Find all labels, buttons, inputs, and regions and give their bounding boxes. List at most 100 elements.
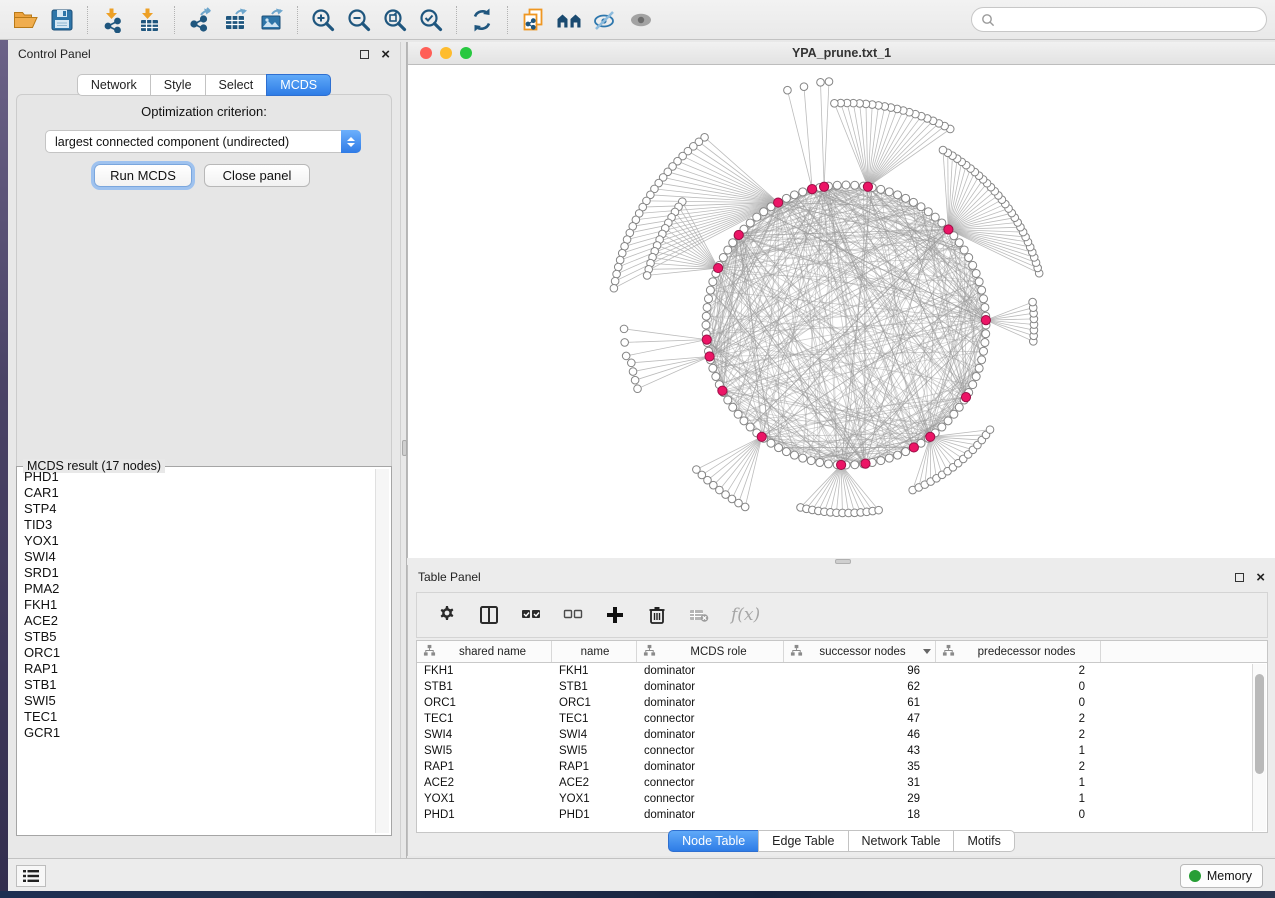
- mcds-result-item[interactable]: ORC1: [19, 645, 375, 661]
- tab-style[interactable]: Style: [150, 74, 205, 96]
- table-row[interactable]: ORC1ORC1dominator610: [417, 695, 1267, 711]
- graph-node-dominator[interactable]: [808, 185, 817, 194]
- close-panel-icon[interactable]: ×: [381, 50, 390, 59]
- mcds-result-list[interactable]: PHD1CAR1STP4TID3YOX1SWI4SRD1PMA2FKH1ACE2…: [19, 469, 375, 833]
- graph-node[interactable]: [746, 423, 754, 431]
- run-mcds-button[interactable]: Run MCDS: [94, 164, 192, 187]
- column-header-successor-nodes[interactable]: successor nodes: [784, 641, 936, 662]
- graph-node-dominator[interactable]: [774, 198, 783, 207]
- graph-node[interactable]: [969, 381, 977, 389]
- graph-node[interactable]: [894, 191, 902, 199]
- graph-node[interactable]: [875, 506, 883, 514]
- graph-node[interactable]: [782, 194, 790, 202]
- graph-node[interactable]: [885, 188, 893, 196]
- show-column-panel-icon[interactable]: [479, 605, 499, 625]
- graph-node-dominator[interactable]: [926, 432, 935, 441]
- graph-node[interactable]: [982, 330, 990, 338]
- graph-node[interactable]: [629, 368, 637, 376]
- graph-node[interactable]: [980, 347, 988, 355]
- graph-node[interactable]: [902, 448, 910, 456]
- graph-node[interactable]: [790, 451, 798, 459]
- close-window-icon[interactable]: [420, 47, 432, 59]
- memory-button[interactable]: Memory: [1180, 864, 1263, 888]
- table-scrollbar-thumb[interactable]: [1255, 674, 1264, 774]
- graph-node[interactable]: [790, 191, 798, 199]
- mcds-result-item[interactable]: TID3: [19, 517, 375, 533]
- column-header-MCDS-role[interactable]: MCDS role: [637, 641, 784, 662]
- graph-node[interactable]: [842, 181, 850, 189]
- mcds-result-item[interactable]: SWI5: [19, 693, 375, 709]
- graph-node-dominator[interactable]: [981, 316, 990, 325]
- graph-node[interactable]: [740, 417, 748, 425]
- graph-node[interactable]: [807, 457, 815, 465]
- graph-node[interactable]: [800, 83, 808, 91]
- graph-node[interactable]: [833, 181, 841, 189]
- graph-node[interactable]: [950, 410, 958, 418]
- vertical-splitter[interactable]: [400, 42, 407, 858]
- column-header-predecessor-nodes[interactable]: predecessor nodes: [936, 641, 1101, 662]
- graph-node[interactable]: [917, 203, 925, 211]
- graph-node-dominator[interactable]: [714, 263, 723, 272]
- graph-node[interactable]: [960, 246, 968, 254]
- close-panel-icon[interactable]: ×: [1256, 573, 1265, 582]
- graph-node-dominator[interactable]: [944, 225, 953, 234]
- graph-node[interactable]: [610, 284, 618, 292]
- graph-node[interactable]: [734, 410, 742, 418]
- graph-node[interactable]: [621, 339, 629, 347]
- graph-node[interactable]: [939, 146, 947, 154]
- tab-node-table[interactable]: Node Table: [668, 830, 758, 852]
- tab-motifs[interactable]: Motifs: [953, 830, 1014, 852]
- float-panel-icon[interactable]: [360, 50, 369, 59]
- table-row[interactable]: STB1STB1dominator620: [417, 679, 1267, 695]
- graph-node[interactable]: [799, 454, 807, 462]
- mcds-result-item[interactable]: RAP1: [19, 661, 375, 677]
- graph-node[interactable]: [831, 100, 839, 108]
- mcds-result-item[interactable]: CAR1: [19, 485, 375, 501]
- delete-column-icon[interactable]: [647, 605, 667, 625]
- tab-network[interactable]: Network: [77, 74, 150, 96]
- graph-node[interactable]: [729, 403, 737, 411]
- graph-node[interactable]: [709, 278, 717, 286]
- graph-node-dominator[interactable]: [757, 432, 766, 441]
- graph-node-dominator[interactable]: [837, 460, 846, 469]
- table-row[interactable]: ACE2ACE2connector311: [417, 775, 1267, 791]
- mcds-result-item[interactable]: STP4: [19, 501, 375, 517]
- table-row[interactable]: RAP1RAP1dominator352: [417, 759, 1267, 775]
- graph-node[interactable]: [614, 263, 622, 271]
- mcds-result-item[interactable]: SWI4: [19, 549, 375, 565]
- graph-node[interactable]: [975, 278, 983, 286]
- graph-node[interactable]: [817, 79, 825, 87]
- graph-node[interactable]: [924, 208, 932, 216]
- graph-node[interactable]: [975, 364, 983, 372]
- mcds-result-item[interactable]: STB1: [19, 677, 375, 693]
- export-image-icon[interactable]: [254, 5, 290, 35]
- import-table-icon[interactable]: [131, 5, 167, 35]
- horizontal-splitter[interactable]: [407, 558, 1275, 565]
- graph-node[interactable]: [902, 194, 910, 202]
- tab-network-table[interactable]: Network Table: [848, 830, 954, 852]
- graph-node[interactable]: [643, 272, 651, 280]
- graph-node[interactable]: [980, 295, 988, 303]
- tab-select[interactable]: Select: [205, 74, 267, 96]
- hide-selected-icon[interactable]: [587, 5, 623, 35]
- graph-node[interactable]: [702, 312, 710, 320]
- graph-node[interactable]: [741, 503, 749, 511]
- graph-node[interactable]: [634, 385, 642, 393]
- graph-node[interactable]: [799, 188, 807, 196]
- graph-node[interactable]: [611, 277, 619, 285]
- search-field[interactable]: [971, 7, 1267, 32]
- graph-node[interactable]: [851, 181, 859, 189]
- graph-node-dominator[interactable]: [861, 459, 870, 468]
- table-row[interactable]: FKH1FKH1dominator962: [417, 663, 1267, 679]
- graph-node[interactable]: [877, 185, 885, 193]
- zoom-fit-icon[interactable]: [377, 5, 413, 35]
- mcds-result-item[interactable]: ACE2: [19, 613, 375, 629]
- mcds-result-item[interactable]: FKH1: [19, 597, 375, 613]
- tab-edge-table[interactable]: Edge Table: [758, 830, 847, 852]
- save-session-icon[interactable]: [44, 5, 80, 35]
- column-header-shared-name[interactable]: shared name: [417, 641, 552, 662]
- apply-layout-icon[interactable]: [464, 5, 500, 35]
- open-file-icon[interactable]: [8, 5, 44, 35]
- table-row[interactable]: TEC1TEC1connector472: [417, 711, 1267, 727]
- graph-node[interactable]: [628, 359, 636, 367]
